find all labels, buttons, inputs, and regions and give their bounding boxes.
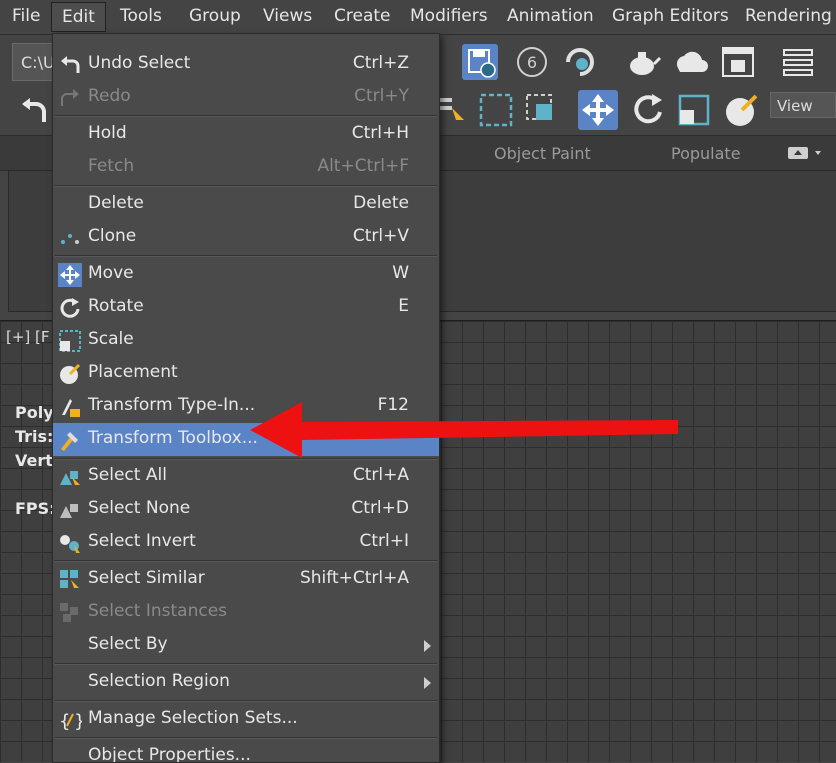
numbered-six-icon[interactable]: 6 (512, 42, 552, 82)
menu-separator (55, 663, 437, 665)
menu-item-select-by[interactable]: Select By (53, 629, 439, 662)
menu-item-selection-region[interactable]: Selection Region (53, 666, 439, 699)
select-all-icon (60, 471, 80, 485)
stat-tris: Tris: (15, 427, 54, 446)
menu-create[interactable]: Create (334, 6, 391, 26)
history-clock-icon[interactable] (560, 42, 600, 82)
menu-animation[interactable]: Animation (507, 6, 594, 26)
menu-item-placement[interactable]: Placement (53, 357, 439, 390)
tab-object-paint[interactable]: Object Paint (494, 144, 591, 163)
scale-toolbar-icon[interactable] (674, 90, 714, 130)
clone-icon (61, 234, 79, 244)
menu-file[interactable]: File (12, 6, 40, 26)
menu-separator (55, 700, 437, 702)
menu-rendering[interactable]: Rendering (745, 6, 832, 26)
svg-text:6: 6 (527, 53, 537, 72)
placement-icon (60, 363, 81, 384)
menu-item-undo-select[interactable]: Undo Select Ctrl+Z (53, 48, 439, 81)
move-icon (58, 263, 82, 287)
menu-separator (55, 737, 437, 739)
stat-verts: Vert (15, 451, 53, 470)
menu-graph-editors[interactable]: Graph Editors (612, 6, 729, 26)
select-invert-icon (60, 535, 80, 553)
render-frame-icon[interactable] (718, 42, 758, 82)
project-path-field[interactable]: C:\U (12, 43, 56, 81)
rectangle-selection-icon[interactable] (476, 90, 516, 130)
placement-toolbar-icon[interactable] (722, 90, 762, 130)
undo-icon (61, 56, 80, 73)
red-annotation-arrow (250, 402, 678, 458)
menu-item-select-instances[interactable]: Select Instances (53, 596, 439, 629)
submenu-arrow-icon (424, 640, 431, 652)
select-none-icon (60, 504, 78, 518)
menu-item-object-properties[interactable]: Object Properties... (53, 740, 439, 762)
submenu-arrow-icon (424, 677, 431, 689)
rotate-icon (60, 298, 80, 318)
select-similar-icon (60, 570, 79, 588)
menu-item-select-similar[interactable]: Select Similar Shift+Ctrl+A (53, 563, 439, 596)
menu-modifiers[interactable]: Modifiers (410, 6, 488, 26)
menu-separator (55, 560, 437, 562)
menu-item-rotate[interactable]: Rotate E (53, 291, 439, 324)
menu-views[interactable]: Views (263, 6, 312, 26)
transform-toolbox-icon (61, 432, 78, 451)
manage-selection-sets-icon: {} (59, 711, 82, 732)
teapot-icon[interactable] (622, 42, 662, 82)
menu-item-scale[interactable]: Scale (53, 324, 439, 357)
move-toolbar-icon[interactable] (578, 90, 618, 130)
stat-fps: FPS: (15, 499, 56, 518)
menu-item-select-none[interactable]: Select None Ctrl+D (53, 493, 439, 526)
list-icon[interactable] (778, 42, 818, 82)
menu-edit[interactable]: Edit (51, 2, 106, 32)
select-instances-icon (60, 603, 78, 622)
menu-item-hold[interactable]: Hold Ctrl+H (53, 118, 439, 151)
scale-icon (59, 330, 81, 352)
stat-polys: Poly (15, 403, 54, 422)
menu-item-select-all[interactable]: Select All Ctrl+A (53, 460, 439, 493)
menu-item-manage-selection-sets[interactable]: {} Manage Selection Sets... (53, 703, 439, 736)
save-file-icon[interactable] (460, 42, 500, 82)
svg-text:}: } (74, 711, 82, 732)
menu-item-select-invert[interactable]: Select Invert Ctrl+I (53, 526, 439, 559)
viewport-label[interactable]: [+] [F (6, 328, 50, 346)
edit-menu-dropdown: Undo Select Ctrl+Z Redo Ctrl+Y Hold Ctrl… (52, 33, 440, 763)
menu-bar: File Edit Tools Group Views Create Modif… (0, 0, 836, 35)
window-crossing-icon[interactable] (522, 90, 562, 130)
ribbon-options-icon[interactable] (788, 144, 828, 162)
transform-type-in-icon (62, 399, 80, 417)
undo-toolbar-icon[interactable] (14, 92, 54, 132)
menu-item-clone[interactable]: Clone Ctrl+V (53, 221, 439, 254)
redo-icon (61, 89, 79, 106)
menu-item-fetch[interactable]: Fetch Alt+Ctrl+F (53, 151, 439, 184)
menu-item-redo[interactable]: Redo Ctrl+Y (53, 81, 439, 114)
render-cloud-icon[interactable] (670, 42, 710, 82)
menu-group[interactable]: Group (189, 6, 241, 26)
menu-item-move[interactable]: Move W (53, 258, 439, 291)
menu-tools[interactable]: Tools (120, 6, 162, 26)
menu-separator (55, 115, 437, 117)
tab-populate[interactable]: Populate (671, 144, 741, 163)
menu-item-delete[interactable]: Delete Delete (53, 188, 439, 221)
menu-separator (55, 185, 437, 187)
menu-separator (55, 255, 437, 257)
rotate-toolbar-icon[interactable] (628, 90, 668, 130)
reference-coord-dropdown[interactable]: View (770, 92, 836, 118)
